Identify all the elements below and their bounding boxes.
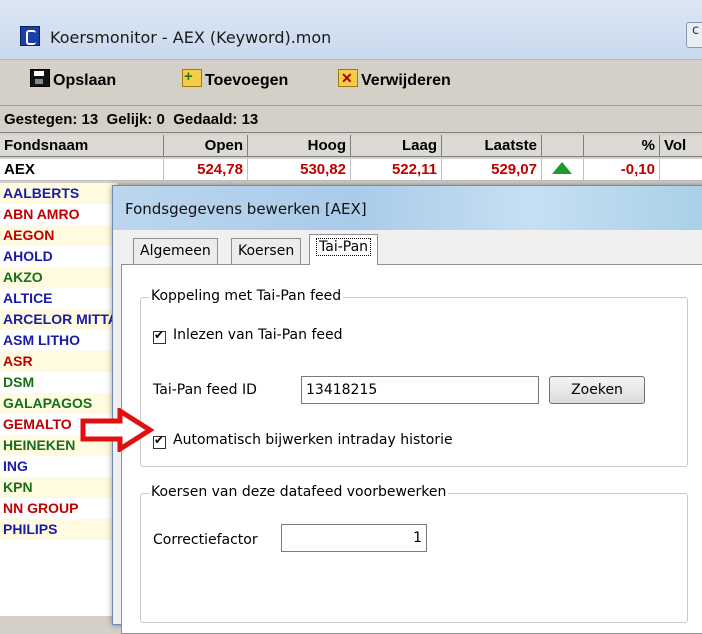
window-control-button[interactable]: c <box>686 22 702 48</box>
read-feed-label[interactable]: Inlezen van Tai-Pan feed <box>173 327 343 343</box>
column-header-hoog[interactable]: Hoog <box>248 135 351 157</box>
folder-delete-icon <box>338 65 358 91</box>
group-tai-pan-link: Koppeling met Tai-Pan feed Inlezen van T… <box>140 288 688 467</box>
group-label: Koppeling met Tai-Pan feed <box>149 288 344 304</box>
list-item[interactable]: ALTICE <box>0 288 118 309</box>
annotation-arrow-icon <box>80 408 154 452</box>
list-item[interactable]: DSM <box>0 372 118 393</box>
column-header-fondsnaam[interactable]: Fondsnaam <box>0 135 164 157</box>
list-item[interactable]: ABN AMRO <box>0 204 118 225</box>
cell-fondsnaam: AEX <box>0 159 164 181</box>
feed-id-input[interactable]: 13418215 <box>301 376 539 404</box>
tab-koersen[interactable]: Koersen <box>231 238 302 264</box>
app-icon <box>20 26 40 46</box>
search-button[interactable]: Zoeken <box>549 376 645 404</box>
main-window-titlebar[interactable]: Koersmonitor - AEX (Keyword).mon c <box>0 0 702 60</box>
read-feed-checkbox[interactable] <box>153 328 166 344</box>
list-item[interactable]: ASR <box>0 351 118 372</box>
list-item[interactable]: PHILIPS <box>0 519 118 540</box>
auto-update-label[interactable]: Automatisch bijwerken intraday historie <box>173 432 453 448</box>
column-header-laatste[interactable]: Laatste <box>442 135 542 157</box>
cell-volume <box>660 159 702 181</box>
cell-hoog: 530,82 <box>248 159 351 181</box>
dialog-title: Fondsgegevens bewerken [AEX] <box>125 200 367 218</box>
list-item[interactable]: AKZO <box>0 267 118 288</box>
dialog-titlebar[interactable]: Fondsgegevens bewerken [AEX] <box>113 186 702 230</box>
feed-id-label: Tai-Pan feed ID <box>153 382 257 398</box>
cell-laag: 522,11 <box>351 159 442 181</box>
group-label: Koersen van deze datafeed voorbewerken <box>149 484 449 500</box>
column-header-laag[interactable]: Laag <box>351 135 442 157</box>
column-header-open[interactable]: Open <box>164 135 248 157</box>
up-arrow-icon <box>552 162 572 174</box>
window-title: Koersmonitor - AEX (Keyword).mon <box>50 28 332 47</box>
list-item[interactable]: KPN <box>0 477 118 498</box>
list-item[interactable]: ING <box>0 456 118 477</box>
save-button-label: Opslaan <box>53 72 117 89</box>
stats-bar: Gestegen: 13 Gelijk: 0 Gedaald: 13 <box>0 107 702 133</box>
edit-fund-dialog: Fondsgegevens bewerken [AEX] Algemeen Ko… <box>112 185 702 634</box>
tab-panel-tai-pan: Koppeling met Tai-Pan feed Inlezen van T… <box>121 264 702 634</box>
column-header-trend[interactable] <box>542 135 584 157</box>
delete-button[interactable]: Verwijderen <box>338 65 451 94</box>
cell-laatste: 529,07 <box>442 159 542 181</box>
floppy-disk-icon <box>30 69 50 87</box>
table-header: Fondsnaam Open Hoog Laag Laatste % Vol <box>0 135 702 159</box>
list-item[interactable]: AEGON <box>0 225 118 246</box>
delete-button-label: Verwijderen <box>361 72 451 89</box>
dialog-body: Algemeen Koersen Tai-Pan Koppeling met T… <box>121 230 702 634</box>
tab-tai-pan[interactable]: Tai-Pan <box>309 234 379 265</box>
tab-tai-pan-label: Tai-Pan <box>316 238 372 256</box>
column-header-percent[interactable]: % <box>584 135 660 157</box>
list-item[interactable]: AALBERTS <box>0 183 118 204</box>
group-datafeed-preprocess: Koersen van deze datafeed voorbewerken C… <box>140 484 688 623</box>
folder-add-icon <box>182 64 202 90</box>
cell-open: 524,78 <box>164 159 248 181</box>
auto-update-checkbox[interactable] <box>153 433 166 449</box>
cell-percent: -0,10 <box>584 159 660 181</box>
fund-list: AALBERTS ABN AMRO AEGON AHOLD AKZO ALTICE ARCE… <box>0 183 118 616</box>
add-button-label: Toevoegen <box>205 72 289 89</box>
factor-label: Correctiefactor <box>153 532 258 548</box>
tab-algemeen[interactable]: Algemeen <box>133 238 218 264</box>
list-item[interactable]: ARCELOR MITTAL <box>0 309 118 330</box>
table-row[interactable]: AEX 524,78 530,82 522,11 529,07 -0,10 <box>0 159 702 181</box>
column-header-volume[interactable]: Vol <box>660 135 702 157</box>
save-button[interactable]: Opslaan <box>30 68 116 94</box>
add-button[interactable]: Toevoegen <box>182 64 289 94</box>
list-item[interactable]: ASM LITHO <box>0 330 118 351</box>
list-item[interactable]: NN GROUP <box>0 498 118 519</box>
toolbar: Opslaan Toevoegen Verwijderen <box>0 60 702 106</box>
factor-input[interactable]: 1 <box>281 524 427 552</box>
list-item[interactable]: AHOLD <box>0 246 118 267</box>
